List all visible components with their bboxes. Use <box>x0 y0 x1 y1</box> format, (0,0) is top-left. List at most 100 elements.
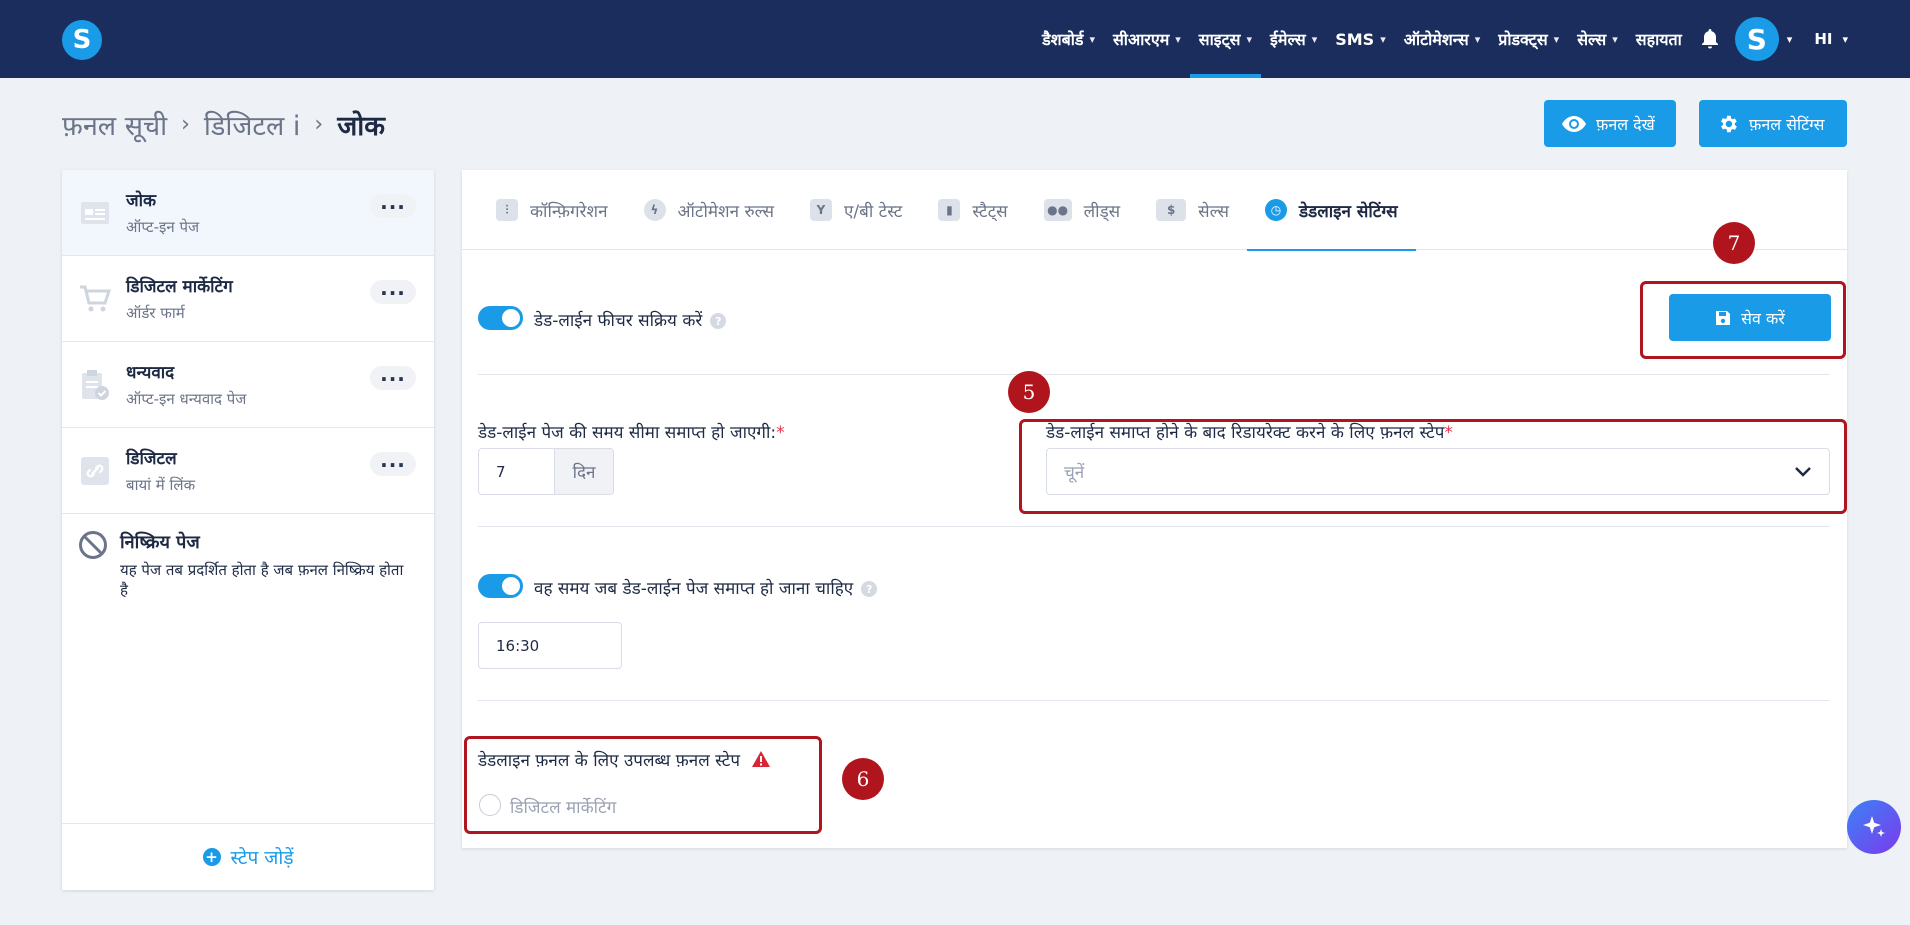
language-selector[interactable]: HI <box>1814 30 1832 48</box>
nav-item-emails[interactable]: ईमेल्स ▾ <box>1261 0 1326 78</box>
plus-circle-icon: + <box>202 848 221 866</box>
chevron-down-icon: ▾ <box>1553 32 1560 46</box>
tab-automation-rules[interactable]: ϟ ऑटोमेशन रुल्स <box>626 170 792 250</box>
step-title: धन्यवाद <box>126 363 175 383</box>
nav-item-products[interactable]: प्रोडक्ट्स ▾ <box>1489 0 1568 78</box>
funnel-steps-sidebar: जोक ऑप्ट-इन पेज ... डिजिटल मार्केटिंग ऑर… <box>62 170 434 890</box>
inactive-page-description: यह पेज तब प्रदर्शित होता है जब फ़नल निष्… <box>120 561 404 599</box>
view-funnel-button[interactable]: फ़नल देखें <box>1544 100 1676 147</box>
nav-item-automations[interactable]: ऑटोमेशन्स ▾ <box>1395 0 1490 78</box>
nav-item-sites[interactable]: साइट्स ▾ <box>1189 0 1262 78</box>
bolt-icon: ϟ <box>643 199 666 221</box>
bell-icon[interactable] <box>1697 0 1723 78</box>
chevron-down-icon: ▾ <box>1089 32 1095 46</box>
bar-chart-icon: ▮ <box>938 199 961 221</box>
sidebar-step[interactable]: डिजिटल मार्केटिंग ऑर्डर फार्म ... <box>62 256 434 342</box>
nav-item-help[interactable]: सहायता <box>1627 0 1691 78</box>
chevron-down-icon: ▾ <box>1246 32 1253 46</box>
inactive-page-step[interactable]: निष्क्रिय पेज यह पेज तब प्रदर्शित होता ह… <box>62 514 434 600</box>
expire-label: डेड-लाईन पेज की समय सीमा समाप्त हो जाएगी… <box>478 423 785 443</box>
breadcrumb-funnel-list[interactable]: फ़नल सूची <box>62 106 167 143</box>
nav-label: सेल्स <box>1577 30 1607 49</box>
deadline-time-toggle[interactable] <box>478 574 523 598</box>
deadline-feature-toggle[interactable] <box>478 306 523 330</box>
add-step-label: स्टेप जोड़ें <box>230 847 294 869</box>
eye-icon <box>1562 115 1586 132</box>
app-logo[interactable]: S <box>62 20 102 60</box>
expire-unit: दिन <box>554 449 613 494</box>
dollar-icon: $ <box>1156 199 1187 221</box>
sidebar-step[interactable]: जोक ऑप्ट-इन पेज ... <box>62 170 434 256</box>
tab-label: सेल्स <box>1198 201 1230 222</box>
step-subtitle: ऑर्डर फार्म <box>126 304 185 322</box>
add-step-button[interactable]: + स्टेप जोड़ें <box>62 823 434 890</box>
divider <box>478 700 1830 701</box>
nav-label: डैशबोर्ड <box>1042 30 1084 49</box>
tab-leads[interactable]: ●● लीड्स <box>1026 170 1139 250</box>
main-nav: डैशबोर्ड ▾ सीआरएम ▾ साइट्स ▾ ईमेल्स ▾ SMS ▾ ऑ… <box>1033 0 1848 78</box>
cart-icon <box>78 282 112 316</box>
nav-item-sms[interactable]: SMS ▾ <box>1326 0 1395 78</box>
step-title: डिजिटल मार्केटिंग <box>126 277 233 297</box>
annotation-badge: 7 <box>1713 222 1755 264</box>
more-options-button[interactable]: ... <box>370 192 416 218</box>
chevron-down-icon: ▾ <box>1311 32 1318 46</box>
breadcrumb-current: जोक <box>337 111 385 142</box>
tab-stats[interactable]: ▮ स्टैट्स <box>920 170 1025 250</box>
nav-label: साइट्स <box>1198 30 1241 49</box>
sidebar-step[interactable]: डिजिटल बायां में लिंक ... <box>62 428 434 514</box>
funnel-settings-button[interactable]: फ़नल सेटिंग्स <box>1699 100 1847 147</box>
tab-label: ऑटोमेशन रुल्स <box>677 201 774 222</box>
tab-ab-test[interactable]: Y ए/बी टेस्ट <box>792 170 920 250</box>
tab-label: डेडलाइन सेटिंग्स <box>1299 201 1398 222</box>
more-options-button[interactable]: ... <box>370 364 416 390</box>
tab-configuration[interactable]: ⫶ कॉन्फ़िगरेशन <box>496 170 626 250</box>
chevron-down-icon[interactable]: ▾ <box>1842 33 1848 46</box>
sparkle-icon <box>1863 816 1885 837</box>
nav-label: प्रोडक्ट्स <box>1498 30 1548 49</box>
tab-label: ए/बी टेस्ट <box>843 201 903 222</box>
sidebar-step[interactable]: धन्यवाद ऑप्ट-इन धन्यवाद पेज ... <box>62 342 434 428</box>
nav-item-sales[interactable]: सेल्स ▾ <box>1568 0 1627 78</box>
chevron-right-icon: › <box>314 112 324 137</box>
inactive-page-title: निष्क्रिय पेज <box>120 532 200 553</box>
divider <box>478 526 1830 527</box>
chevron-down-icon: ▾ <box>1175 32 1181 46</box>
clipboard-check-icon <box>78 368 112 402</box>
step-subtitle: बायां में लिंक <box>126 476 196 494</box>
step-title: जोक <box>126 191 157 211</box>
users-icon: ●● <box>1043 199 1072 221</box>
expire-days-value[interactable]: 7 <box>479 449 554 494</box>
link-icon <box>78 454 112 488</box>
step-subtitle: ऑप्ट-इन धन्यवाद पेज <box>126 390 247 408</box>
chevron-right-icon: › <box>181 112 190 137</box>
nav-item-dashboard[interactable]: डैशबोर्ड ▾ <box>1033 0 1104 78</box>
nav-label: सहायता <box>1635 30 1682 49</box>
more-options-button[interactable]: ... <box>370 450 416 476</box>
ai-assistant-button[interactable] <box>1847 800 1901 854</box>
top-navbar: S डैशबोर्ड ▾ सीआरएम ▾ साइट्स ▾ ईमेल्स ▾ SMS ▾… <box>0 0 1910 78</box>
deadline-time-input[interactable]: 16:30 <box>478 622 622 669</box>
tab-label: लीड्स <box>1083 201 1121 222</box>
tab-deadline-settings[interactable]: ◷ डेडलाइन सेटिंग्स <box>1247 170 1416 251</box>
tab-sales[interactable]: $ सेल्स <box>1138 170 1247 250</box>
expire-days-input[interactable]: 7 दिन <box>478 448 614 495</box>
nav-item-crm[interactable]: सीआरएम ▾ <box>1104 0 1190 78</box>
split-icon: Y <box>809 199 832 221</box>
breadcrumb-funnel[interactable]: डिजिटल i <box>204 106 300 143</box>
ban-icon <box>78 530 108 560</box>
help-icon[interactable]: ? <box>710 313 727 329</box>
tab-label: कॉन्फ़िगरेशन <box>530 201 608 222</box>
chevron-down-icon[interactable]: ▾ <box>1787 33 1793 46</box>
more-options-button[interactable]: ... <box>370 278 416 304</box>
deadline-feature-label: डेड-लाईन फीचर सक्रिय करें? <box>534 308 727 331</box>
user-avatar[interactable]: S <box>1734 17 1779 61</box>
nav-label: SMS <box>1335 29 1375 49</box>
divider <box>478 374 1830 375</box>
breadcrumb: फ़नल सूची › डिजिटल i › जोक <box>62 106 385 143</box>
annotation-box <box>1019 419 1847 514</box>
help-icon[interactable]: ? <box>861 581 878 597</box>
chevron-down-icon: ▾ <box>1380 32 1386 46</box>
funnel-settings-label: फ़नल सेटिंग्स <box>1749 114 1825 134</box>
annotation-badge: 5 <box>1008 371 1050 413</box>
